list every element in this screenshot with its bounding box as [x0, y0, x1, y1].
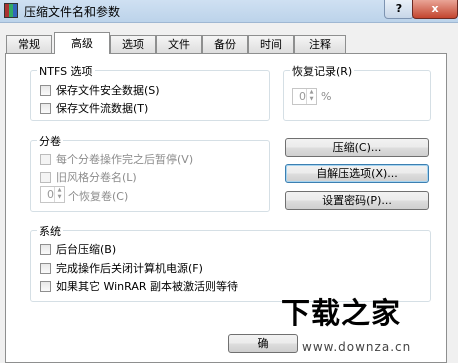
close-button[interactable]: x — [412, 0, 458, 19]
save-streams-checkbox[interactable]: 保存文件流数据(T) — [40, 100, 148, 116]
checkbox-box[interactable] — [40, 171, 51, 183]
power-off-label: 完成操作后关闭计算机电源(F) — [56, 262, 203, 275]
tab-files[interactable]: 文件 — [156, 35, 202, 53]
save-security-checkbox[interactable]: 保存文件安全数据(S) — [40, 82, 160, 98]
save-security-label: 保存文件安全数据(S) — [56, 84, 160, 97]
checkbox-box[interactable] — [40, 84, 51, 96]
tab-comment[interactable]: 注释 — [294, 35, 346, 53]
system-title: 系统 — [37, 223, 63, 239]
tab-backup[interactable]: 备份 — [202, 35, 248, 53]
ntfs-options-group: NTFS 选项 保存文件安全数据(S) 保存文件流数据(T) — [30, 63, 270, 121]
help-button[interactable]: ? — [384, 0, 414, 19]
spin-arrows-icon[interactable]: ▲ ▼ — [54, 187, 64, 202]
ok-button[interactable]: 确 — [228, 334, 298, 353]
pause-after-volume-label: 每个分卷操作完之后暂停(V) — [56, 153, 194, 166]
power-off-checkbox[interactable]: 完成操作后关闭计算机电源(F) — [40, 260, 203, 276]
wait-other-copies-checkbox[interactable]: 如果其它 WinRAR 副本被激活则等待 — [40, 278, 238, 294]
recovery-record-title: 恢复记录(R) — [290, 63, 355, 79]
split-volumes-group: 分卷 每个分卷操作完之后暂停(V) 旧风格分卷名(L) 0 ▲ ▼ 个恢复卷(C) — [30, 133, 270, 212]
save-streams-label: 保存文件流数据(T) — [56, 102, 149, 115]
old-style-names-checkbox[interactable]: 旧风格分卷名(L) — [40, 169, 137, 185]
compression-button[interactable]: 压缩(C)... — [285, 138, 429, 157]
winrar-app-icon — [4, 3, 18, 18]
split-volumes-title: 分卷 — [37, 133, 63, 149]
recovery-volumes-value: 0 — [47, 188, 54, 201]
sfx-options-button[interactable]: 自解压选项(X)... — [285, 164, 429, 183]
background-compress-label: 后台压缩(B) — [56, 243, 117, 256]
recovery-record-group: 恢复记录(R) 0 ▲ ▼ % — [283, 63, 431, 121]
background-compress-checkbox[interactable]: 后台压缩(B) — [40, 241, 116, 257]
watermark-logo-text: 下载之家 — [281, 296, 402, 330]
window-title: 压缩文件名和参数 — [24, 5, 121, 19]
set-password-button[interactable]: 设置密码(P)... — [285, 191, 429, 210]
watermark-url: www.downza.cn — [302, 340, 412, 354]
pause-after-volume-checkbox[interactable]: 每个分卷操作完之后暂停(V) — [40, 151, 193, 167]
recovery-record-value: 0 — [299, 90, 306, 103]
recovery-record-unit: % — [321, 90, 332, 103]
spin-arrows-icon[interactable]: ▲ ▼ — [306, 89, 316, 104]
tab-time[interactable]: 时间 — [248, 35, 294, 53]
checkbox-box[interactable] — [40, 262, 51, 274]
ntfs-options-title: NTFS 选项 — [37, 63, 95, 79]
tab-advanced[interactable]: 高级 — [54, 32, 110, 54]
recovery-volumes-spinner[interactable]: 0 ▲ ▼ — [40, 186, 65, 203]
tab-options[interactable]: 选项 — [110, 35, 156, 53]
old-style-names-label: 旧风格分卷名(L) — [56, 171, 137, 184]
recovery-record-spinner[interactable]: 0 ▲ ▼ — [292, 88, 317, 105]
title-bar: 压缩文件名和参数 ? x — [0, 0, 458, 23]
downza-watermark-logo: 下载之家 — [281, 290, 431, 330]
checkbox-box[interactable] — [40, 280, 51, 292]
recovery-volumes-label: 个恢复卷(C) — [68, 190, 129, 203]
checkbox-box[interactable] — [40, 153, 51, 165]
checkbox-box[interactable] — [40, 102, 51, 114]
tab-general[interactable]: 常规 — [6, 35, 52, 53]
wait-other-copies-label: 如果其它 WinRAR 副本被激活则等待 — [56, 280, 239, 293]
archive-parameters-dialog: 压缩文件名和参数 ? x 常规 高级 选项 文件 备份 时间 注释 NTFS 选… — [0, 0, 458, 363]
checkbox-box[interactable] — [40, 243, 51, 255]
